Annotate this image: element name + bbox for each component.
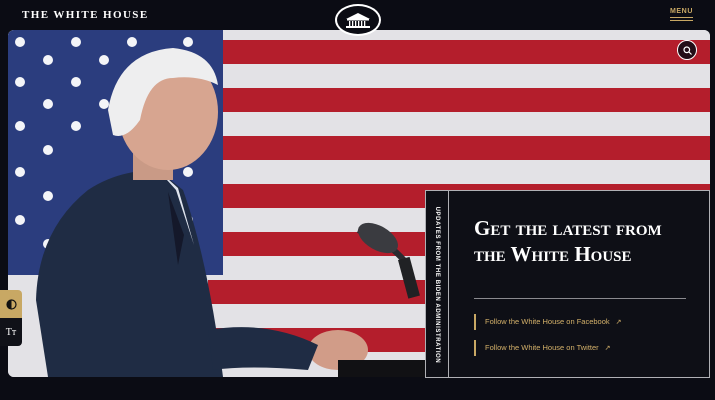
twitter-link-label: Follow the White House on Twitter	[485, 343, 599, 352]
contrast-icon	[5, 298, 17, 310]
accessibility-toolbar: Tт	[0, 290, 22, 346]
external-link-icon: ↗	[615, 319, 622, 326]
external-link-icon: ↗	[604, 345, 611, 352]
social-promo-panel: UPDATES FROM THE BIDEN ADMINISTRATION Ge…	[425, 190, 710, 378]
site-title[interactable]: THE WHITE HOUSE	[22, 9, 149, 21]
white-house-building-icon	[346, 13, 370, 28]
contrast-toggle-button[interactable]	[0, 290, 22, 318]
bottom-band	[0, 377, 715, 400]
promo-divider	[474, 298, 686, 299]
text-size-button[interactable]: Tт	[0, 318, 22, 346]
twitter-follow-link[interactable]: Follow the White House on Twitter ↗	[474, 340, 611, 356]
promo-rail: UPDATES FROM THE BIDEN ADMINISTRATION	[426, 191, 449, 377]
search-icon	[682, 45, 692, 55]
promo-title: Get the latest from the White House	[474, 216, 662, 266]
promo-rail-label: UPDATES FROM THE BIDEN ADMINISTRATION	[434, 206, 440, 364]
text-size-icon: Tт	[5, 326, 17, 338]
facebook-link-label: Follow the White House on Facebook	[485, 317, 610, 326]
facebook-follow-link[interactable]: Follow the White House on Facebook ↗	[474, 314, 622, 330]
search-button[interactable]	[677, 40, 697, 60]
menu-button[interactable]: MENU	[669, 8, 694, 21]
white-house-seal-icon[interactable]	[335, 4, 381, 36]
